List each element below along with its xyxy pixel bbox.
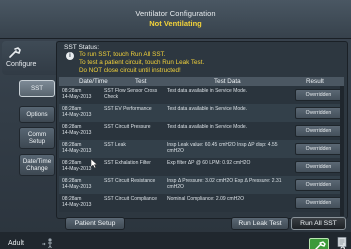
column-header: Test Data	[214, 78, 241, 85]
column-header: Result	[306, 78, 324, 85]
help-icon[interactable]: ?	[340, 245, 346, 249]
row-test: SST EV Performance	[104, 106, 152, 112]
sidebar-item-label: SST	[30, 84, 44, 92]
row-date: 14-May-2013	[62, 94, 92, 100]
cursor-icon	[91, 159, 98, 168]
row-test-data: Exp filter ΔP @ 60 LPM: 0.92 cmH2O	[167, 160, 251, 166]
patient-setup-button[interactable]: Patient Setup	[65, 217, 125, 230]
instruction-line: To test a patient circuit, touch Run Lea…	[79, 59, 205, 66]
table-row: 08:28am 14-May-2013 SST Leak Insp Leak va…	[59, 140, 344, 158]
run-leak-test-button[interactable]: Run Leak Test	[231, 217, 289, 230]
info-icon: i	[66, 52, 74, 60]
table-row: 08:28am 14-May-2013 SST Circuit Resistanc…	[59, 176, 344, 194]
column-header: Date/Time	[79, 78, 108, 85]
result-button[interactable]: Overridden	[295, 197, 342, 209]
table-row: 08:28am 14-May-2013 SST Circuit Complianc…	[59, 194, 344, 212]
row-test: SST Circuit Resistance	[104, 178, 156, 184]
row-date: 14-May-2013	[62, 202, 92, 208]
row-test-data: Insp Δ Pressure: 3.02 cmH2O Exp Δ Pressu…	[167, 178, 282, 190]
table-scrollbar[interactable]	[340, 86, 344, 216]
page-title: Ventilator Configuration	[135, 9, 216, 18]
configure-label: Configure	[6, 61, 37, 68]
ventilator-screen: Ventilator Configuration Not Ventilating…	[0, 0, 351, 249]
row-date: 14-May-2013	[62, 112, 92, 118]
column-header: Test	[135, 78, 147, 85]
row-datetime: 08:28am 14-May-2013	[62, 178, 100, 190]
row-datetime: 08:28am 14-May-2013	[62, 106, 100, 118]
instruction-line: Do NOT close circuit until instructed!	[79, 67, 181, 74]
table-row: 08:28am 14-May-2013 SST Exhalation Filter…	[59, 158, 344, 176]
row-test: SST Leak	[104, 142, 126, 148]
patient-type-label: Adult	[8, 240, 24, 247]
row-date: 14-May-2013	[62, 166, 92, 172]
row-datetime: 08:28am 14-May-2013	[62, 196, 100, 208]
table-row: 08:28am 14-May-2013 SST EV Performance Te…	[59, 104, 344, 122]
sidebar-item-comm-setup[interactable]: Comm Setup	[19, 127, 55, 149]
row-date: 14-May-2013	[62, 148, 92, 154]
row-datetime: 08:28am 14-May-2013	[62, 88, 100, 100]
row-test-data: Test data available in Service Mode.	[167, 88, 248, 94]
row-test: SST Exhalation Filter	[104, 160, 151, 166]
instruction-line: To run SST, touch Run All SST.	[79, 51, 166, 58]
result-button[interactable]: Overridden	[295, 143, 342, 155]
wrench-icon	[315, 241, 326, 249]
person-icon[interactable]	[41, 238, 55, 248]
row-test-data: Test data available in Service Mode.	[167, 124, 248, 130]
sst-status-title: SST Status:	[64, 44, 100, 51]
row-test: SST Circuit Compliance	[104, 196, 157, 202]
sidebar-item-label: Date/Time Change	[22, 157, 52, 172]
row-test: SST Flow Sensor Cross Check	[104, 88, 158, 100]
row-date: 14-May-2013	[62, 130, 92, 136]
configure-tab[interactable]: Configure	[2, 41, 56, 75]
sidebar-item-options[interactable]: Options	[19, 106, 55, 123]
result-button[interactable]: Overridden	[295, 161, 342, 173]
row-test-data: Test data available in Service Mode.	[167, 106, 248, 112]
row-datetime: 08:28am 14-May-2013	[62, 124, 100, 136]
table-row: 08:28am 14-May-2013 SST Flow Sensor Cross…	[59, 86, 344, 104]
result-button[interactable]: Overridden	[295, 125, 342, 137]
table-row: 08:28am 14-May-2013 SST Circuit Pressure …	[59, 122, 344, 140]
sidebar-item-date-time-change[interactable]: Date/Time Change	[19, 154, 55, 176]
row-test-data: Nominal Compliance: 2.09 cmH2O	[167, 196, 244, 202]
sidebar-item-sst[interactable]: SST	[19, 80, 55, 97]
header: Ventilator Configuration Not Ventilating	[0, 0, 351, 39]
row-test-data: Insp Leak value: 60.45 cmH2O Insp ΔP dis…	[167, 142, 278, 154]
result-button[interactable]: Overridden	[295, 179, 342, 191]
ventilation-status: Not Ventilating	[149, 19, 202, 28]
row-date: 14-May-2013	[62, 184, 92, 190]
sidebar-item-label: Comm Setup	[27, 130, 47, 145]
sidebar-item-label: Options	[26, 110, 48, 118]
wrench-icon	[9, 47, 21, 58]
result-button[interactable]: Overridden	[295, 89, 342, 101]
result-button[interactable]: Overridden	[295, 107, 342, 119]
table-header: Date/Time Test Test Data Result	[59, 77, 344, 86]
run-all-sst-button[interactable]: Run All SST	[291, 217, 346, 230]
row-test: SST Circuit Pressure	[104, 124, 151, 130]
tools-button[interactable]	[309, 238, 329, 249]
row-datetime: 08:28am 14-May-2013	[62, 142, 100, 154]
